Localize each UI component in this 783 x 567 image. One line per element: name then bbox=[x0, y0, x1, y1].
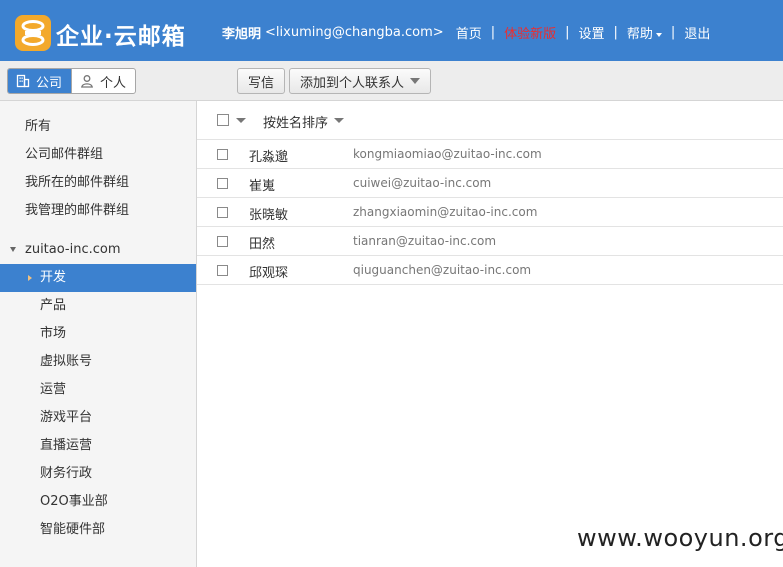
table-row[interactable]: 邱观琛 qiuguanchen@zuitao-inc.com bbox=[197, 256, 783, 285]
sidebar: 所有 公司邮件群组 我所在的邮件群组 我管理的邮件群组 zuitao-inc.c… bbox=[0, 101, 197, 567]
add-to-personal-contacts-button[interactable]: 添加到个人联系人 bbox=[289, 68, 432, 94]
toolbar: 公司 个人 写信 添加到个人联系人 bbox=[0, 61, 783, 101]
nav-help-link[interactable]: 帮助 bbox=[627, 23, 662, 42]
tab-personal-label: 个人 bbox=[100, 75, 127, 91]
write-mail-button[interactable]: 写信 bbox=[237, 68, 286, 94]
sidebar-dept-virtual[interactable]: 虚拟账号 bbox=[0, 348, 196, 376]
user-email: <lixuming@changba.com> bbox=[265, 25, 444, 40]
nav-separator: | bbox=[490, 25, 496, 40]
user-info: 李旭明 <lixuming@changba.com> 首页 | 体验新版 | 设… bbox=[222, 23, 710, 42]
nav-separator: | bbox=[613, 25, 618, 40]
domain-label: zuitao-inc.com bbox=[25, 242, 121, 257]
person-icon bbox=[81, 75, 93, 88]
expand-triangle-icon[interactable] bbox=[10, 247, 16, 252]
chevron-down-icon bbox=[655, 32, 662, 37]
watermark: www.wooyun.org bbox=[577, 524, 783, 552]
add-contact-label: 添加到个人联系人 bbox=[300, 75, 405, 91]
sidebar-dept-o2o[interactable]: O2O事业部 bbox=[0, 488, 196, 516]
sidebar-domain-node[interactable]: zuitao-inc.com bbox=[0, 236, 196, 264]
contact-email[interactable]: cuiwei@zuitao-inc.com bbox=[353, 176, 491, 190]
logo-text[interactable]: 企业·云邮箱 bbox=[56, 17, 186, 51]
sort-chevron-down-icon[interactable] bbox=[334, 118, 344, 123]
tab-company-label: 公司 bbox=[36, 75, 63, 91]
sort-by-name-label[interactable]: 按姓名排序 bbox=[263, 112, 328, 131]
table-row[interactable]: 崔嵬 cuiwei@zuitao-inc.com bbox=[197, 169, 783, 198]
nav-separator: | bbox=[670, 25, 676, 40]
list-header: 按姓名排序 bbox=[197, 101, 783, 140]
sidebar-dept-live[interactable]: 直播运营 bbox=[0, 432, 196, 460]
row-checkbox[interactable] bbox=[217, 265, 228, 276]
sidebar-dept-games[interactable]: 游戏平台 bbox=[0, 404, 196, 432]
sidebar-dept-dev[interactable]: 开发 bbox=[0, 264, 196, 292]
caret-right-icon bbox=[28, 275, 32, 281]
sidebar-dept-product[interactable]: 产品 bbox=[0, 292, 196, 320]
contact-email[interactable]: qiuguanchen@zuitao-inc.com bbox=[353, 263, 531, 277]
nav-new-version-link[interactable]: 体验新版 bbox=[504, 23, 556, 42]
sidebar-item-managed-groups[interactable]: 我管理的邮件群组 bbox=[0, 197, 196, 225]
nav-settings-link[interactable]: 设置 bbox=[579, 23, 605, 42]
directory-switch: 公司 个人 bbox=[7, 68, 137, 94]
row-checkbox[interactable] bbox=[217, 149, 228, 160]
sidebar-item-company-groups[interactable]: 公司邮件群组 bbox=[0, 141, 196, 169]
select-menu-chevron-icon[interactable] bbox=[236, 118, 246, 123]
select-all-checkbox[interactable] bbox=[217, 114, 229, 126]
contact-name[interactable]: 崔嵬 bbox=[249, 175, 275, 194]
table-row[interactable]: 田然 tianran@zuitao-inc.com bbox=[197, 227, 783, 256]
nav-home-link[interactable]: 首页 bbox=[456, 23, 482, 42]
logo-icon[interactable] bbox=[15, 15, 51, 51]
contact-list-panel: 按姓名排序 孔淼邈 kongmiaomiao@zuitao-inc.com 崔嵬… bbox=[197, 101, 783, 567]
sidebar-dept-hardware[interactable]: 智能硬件部 bbox=[0, 516, 196, 544]
nav-logout-link[interactable]: 退出 bbox=[684, 23, 710, 42]
contact-email[interactable]: tianran@zuitao-inc.com bbox=[353, 234, 496, 248]
table-row[interactable]: 张晓敏 zhangxiaomin@zuitao-inc.com bbox=[197, 198, 783, 227]
row-checkbox[interactable] bbox=[217, 178, 228, 189]
contact-name[interactable]: 孔淼邈 bbox=[249, 146, 288, 165]
nav-help-label: 帮助 bbox=[626, 27, 653, 42]
user-name: 李旭明 bbox=[222, 27, 262, 42]
row-checkbox[interactable] bbox=[217, 207, 228, 218]
tab-company[interactable]: 公司 bbox=[8, 69, 72, 93]
contact-name[interactable]: 邱观琛 bbox=[249, 262, 288, 281]
contact-name[interactable]: 田然 bbox=[249, 233, 275, 252]
contact-email[interactable]: kongmiaomiao@zuitao-inc.com bbox=[353, 147, 542, 161]
app-header: 企业·云邮箱 李旭明 <lixuming@changba.com> 首页 | 体… bbox=[0, 0, 783, 61]
contact-email[interactable]: zhangxiaomin@zuitao-inc.com bbox=[353, 205, 537, 219]
sidebar-item-my-groups[interactable]: 我所在的邮件群组 bbox=[0, 169, 196, 197]
sidebar-dept-finance[interactable]: 财务行政 bbox=[0, 460, 196, 488]
contact-name[interactable]: 张晓敏 bbox=[249, 204, 288, 223]
tab-personal[interactable]: 个人 bbox=[71, 69, 135, 93]
sidebar-dept-operations[interactable]: 运营 bbox=[0, 376, 196, 404]
sidebar-dept-market[interactable]: 市场 bbox=[0, 320, 196, 348]
dept-label: 开发 bbox=[40, 270, 67, 285]
building-icon bbox=[16, 74, 30, 88]
row-checkbox[interactable] bbox=[217, 236, 228, 247]
chevron-down-icon bbox=[410, 78, 421, 84]
table-row[interactable]: 孔淼邈 kongmiaomiao@zuitao-inc.com bbox=[197, 140, 783, 169]
sidebar-item-all[interactable]: 所有 bbox=[0, 113, 196, 141]
nav-separator: | bbox=[565, 25, 570, 40]
